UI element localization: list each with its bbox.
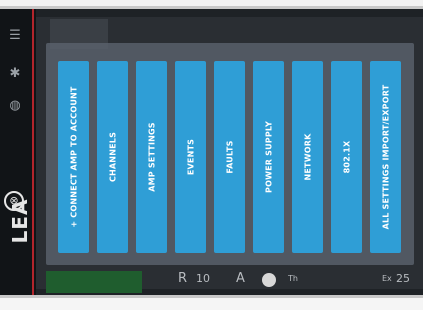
brand-logo: LEA — [8, 198, 32, 244]
background-text: 25 — [396, 272, 410, 285]
background-text: Th — [288, 274, 298, 283]
app-sidebar: ☰ ✱ ◍ ⊗ LEA — [0, 9, 36, 295]
page-background — [0, 298, 423, 310]
menu-icon[interactable]: ☰ — [6, 27, 24, 45]
app-stage: ☰ ✱ ◍ ⊗ LEA R 10 A Th Ex 25 + CONNECT AM… — [0, 0, 423, 310]
button-label: POWER SUPPLY — [264, 121, 273, 193]
amp-settings-button[interactable]: AMP SETTINGS — [136, 61, 167, 253]
events-button[interactable]: EVENTS — [175, 61, 206, 253]
background-status-bar — [46, 271, 142, 293]
phone-frame: ☰ ✱ ◍ ⊗ LEA R 10 A Th Ex 25 + CONNECT AM… — [0, 6, 423, 298]
background-text: R — [178, 271, 188, 286]
background-text: 10 — [196, 272, 210, 285]
settings-import-export-button[interactable]: ALL SETTINGS IMPORT/EXPORT — [370, 61, 401, 253]
button-label: CHANNELS — [108, 131, 117, 183]
button-label: + CONNECT AMP TO ACCOUNT — [69, 86, 78, 228]
button-label: EVENTS — [186, 138, 195, 176]
accent-divider — [32, 9, 34, 295]
background-text: A — [236, 271, 245, 286]
power-supply-button[interactable]: POWER SUPPLY — [253, 61, 284, 253]
channels-button[interactable]: CHANNELS — [97, 61, 128, 253]
background-toggle — [262, 273, 276, 287]
button-label: NETWORK — [303, 133, 312, 181]
button-label: FAULTS — [225, 140, 234, 174]
network-button[interactable]: NETWORK — [292, 61, 323, 253]
button-label: ALL SETTINGS IMPORT/EXPORT — [381, 84, 390, 230]
settings-menu-overlay: + CONNECT AMP TO ACCOUNT CHANNELS AMP SE… — [46, 43, 414, 265]
button-label: AMP SETTINGS — [147, 122, 156, 192]
connect-amp-button[interactable]: + CONNECT AMP TO ACCOUNT — [58, 61, 89, 253]
8021x-button[interactable]: 802.1X — [331, 61, 362, 253]
globe-icon[interactable]: ◍ — [6, 97, 24, 115]
background-text: Ex — [382, 274, 392, 283]
settings-icon[interactable]: ✱ — [6, 65, 24, 83]
faults-button[interactable]: FAULTS — [214, 61, 245, 253]
button-label: 802.1X — [342, 140, 351, 174]
